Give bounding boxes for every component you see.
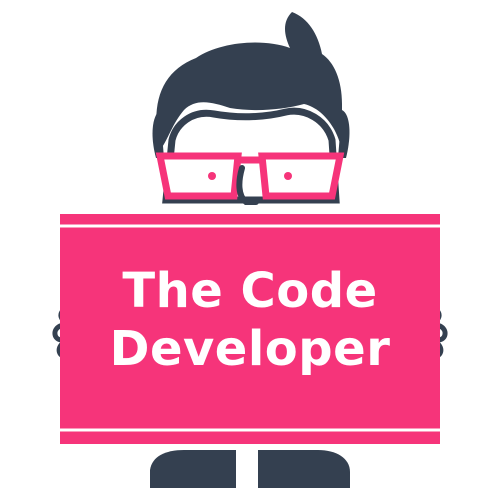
logo-wordmark: The Code Developer — [60, 262, 440, 378]
code-developer-logo: The Code Developer — [0, 0, 500, 500]
logo-line-2: Developer — [109, 321, 391, 377]
logo-line-1: The Code — [122, 263, 378, 319]
legs-icon — [150, 450, 350, 488]
developer-mascot-icon — [52, 12, 448, 488]
